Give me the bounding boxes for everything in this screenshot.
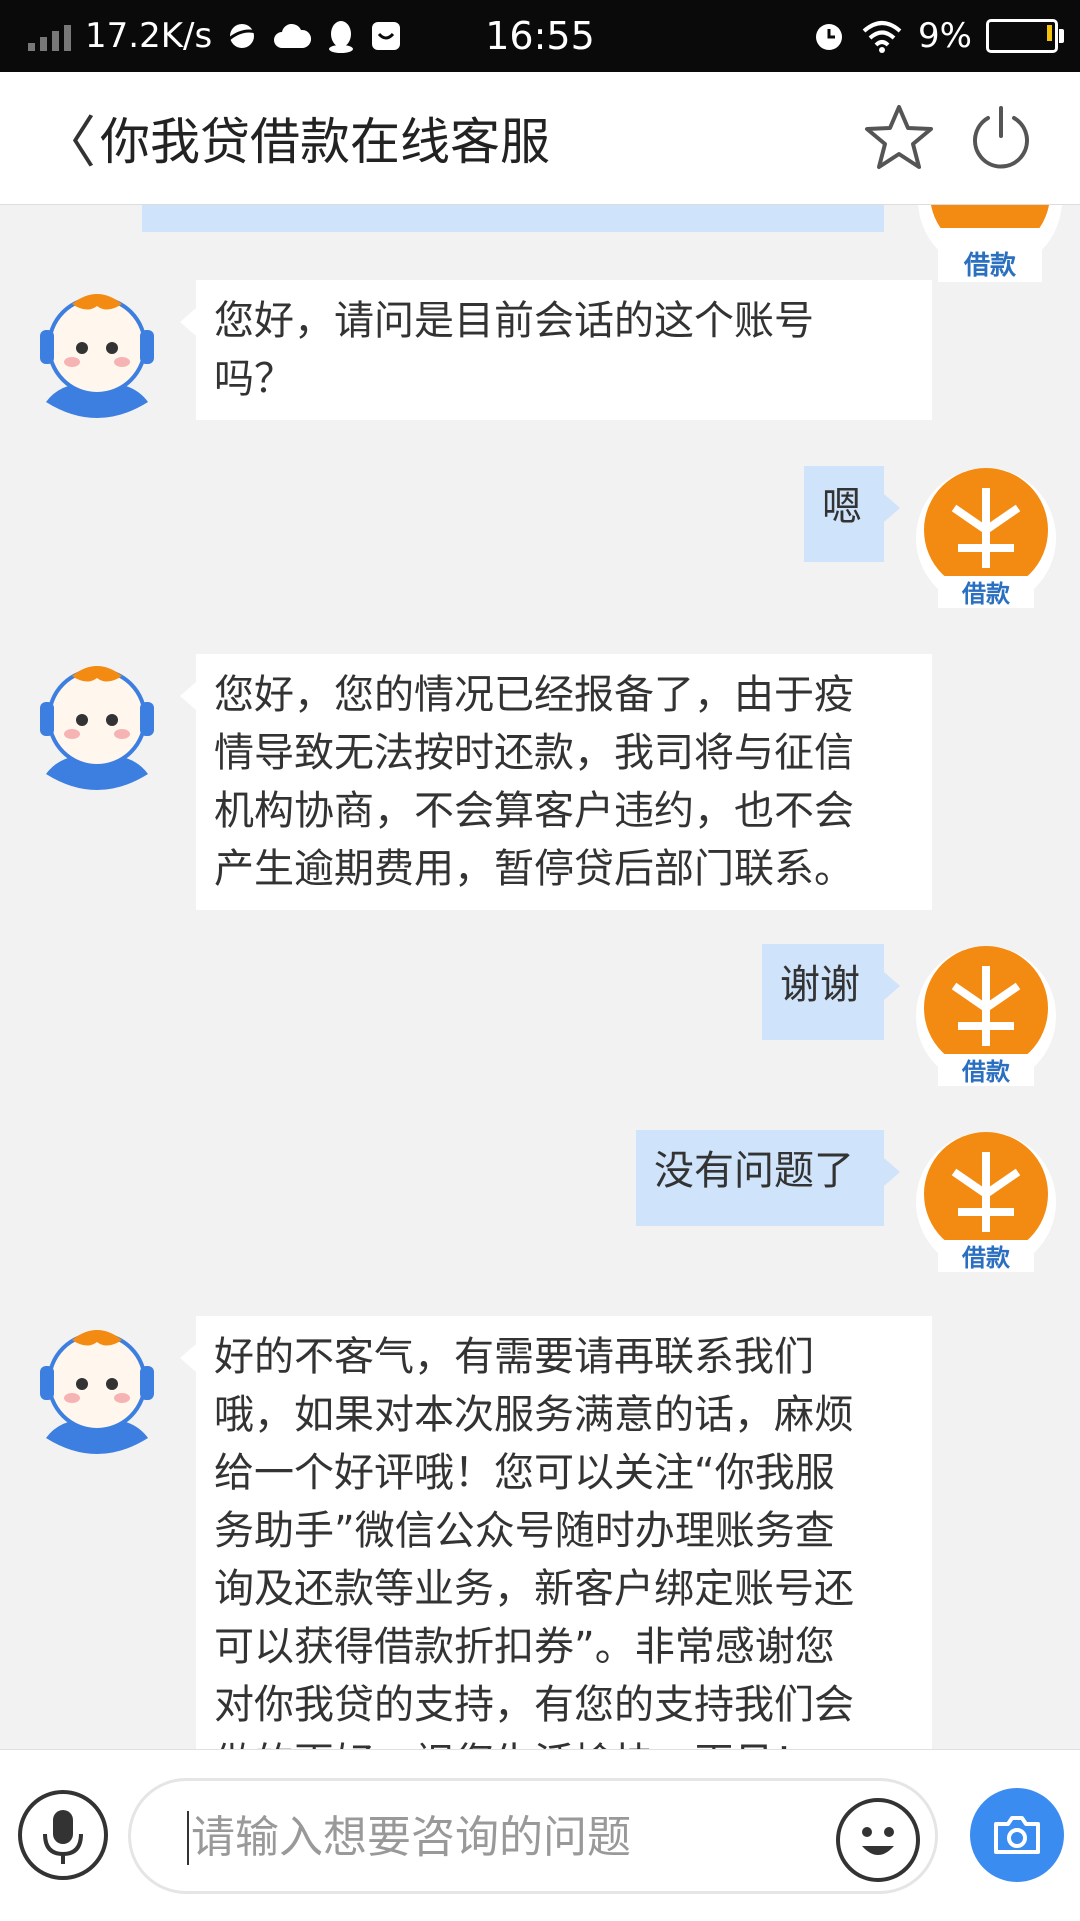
emoji-icon [862, 1827, 894, 1855]
camera-button[interactable] [970, 1788, 1064, 1882]
title-bar: 〈 你我贷借款在线客服 [0, 72, 1080, 205]
wifi-icon [862, 21, 902, 53]
voice-button[interactable] [18, 1790, 108, 1880]
camera-icon [994, 1816, 1040, 1854]
back-button[interactable]: 〈 [40, 98, 96, 179]
user-avatar-label: 借款 [961, 580, 1011, 608]
user-message: 没有问题了 [636, 1130, 900, 1226]
user-avatar-icon: 借款 [916, 468, 1056, 608]
user-avatar-icon: 借款 [918, 204, 1062, 282]
agent-message: 您好，请问是目前会话的这个账号 吗？ [180, 280, 932, 420]
alarm-icon [816, 24, 843, 50]
user-message-partial: 给了。10-14号两个账单的 [142, 204, 884, 232]
message-input[interactable]: 请输入想要咨询的问题 [128, 1778, 938, 1894]
text-caret [187, 1811, 189, 1865]
page-title: 你我贷借款在线客服 [100, 113, 550, 171]
user-avatar-icon: 借款 [916, 946, 1056, 1086]
status-bar: 17.2K/s 16:55 9% [0, 0, 1080, 72]
user-message: 谢谢 [762, 944, 900, 1040]
power-icon[interactable] [966, 102, 1036, 172]
agent-message: 好的不客气，有需要请再联系我们 哦，如果对本次服务满意的话，麻烦 给一个好评哦！… [180, 1316, 932, 1749]
battery-icon [986, 19, 1064, 53]
agent-message: 您好，您的情况已经报备了，由于疫 情导致无法按时还款，我司将与征信 机构协商，不… [180, 654, 932, 910]
star-icon[interactable] [864, 102, 934, 172]
agent-avatar-icon [40, 666, 154, 790]
input-bar: 请输入想要咨询的问题 [0, 1749, 1080, 1921]
emoji-button[interactable] [836, 1798, 920, 1882]
user-avatar-icon: 借款 [916, 1132, 1056, 1272]
user-avatar-label: 借款 [961, 1244, 1011, 1272]
message-input-placeholder: 请输入想要咨询的问题 [191, 1812, 631, 1863]
agent-avatar-icon [40, 294, 154, 418]
microphone-icon [43, 1810, 83, 1864]
status-right: 9% [812, 0, 1064, 72]
chat-area[interactable]: 给了。10-14号两个账单的 借款 您好，请问是目前会话的这个账号 吗？ 嗯 借… [0, 204, 1080, 1749]
user-avatar-label: 借款 [963, 251, 1017, 281]
chevron-left-icon: 〈 [40, 111, 96, 176]
battery-percent: 9% [918, 16, 972, 56]
user-message: 嗯 [804, 466, 900, 562]
user-avatar-label: 借款 [961, 1058, 1011, 1086]
agent-avatar-icon [40, 1330, 154, 1454]
